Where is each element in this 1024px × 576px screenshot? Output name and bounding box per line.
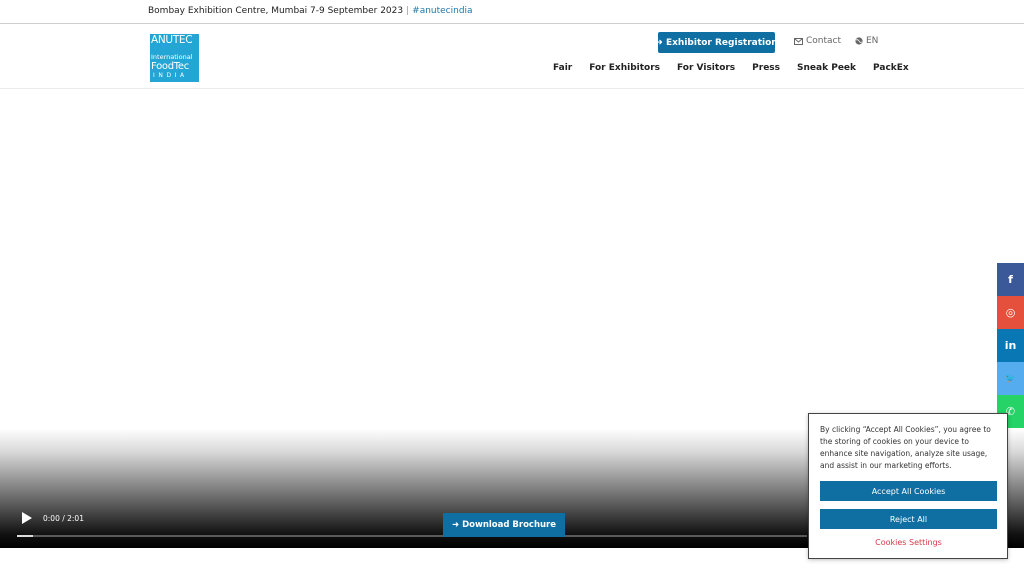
facebook-share-button[interactable]: f (997, 263, 1024, 296)
video-time: 0:00 / 2:01 (43, 514, 84, 523)
logo-text-anutec: ANUTEC (151, 34, 193, 46)
linkedin-share-button[interactable]: in (997, 329, 1024, 362)
video-progress-bar[interactable] (17, 535, 807, 537)
logo-text-india: INDIA (153, 72, 188, 79)
logo-text-foodtec: FoodTec (151, 61, 189, 72)
exhibitor-registration-button[interactable]: ➜ Exhibitor Registration (655, 32, 778, 53)
event-info: Bombay Exhibition Centre, Mumbai 7-9 Sep… (148, 6, 473, 16)
nav-item-sneak-peek[interactable]: Sneak Peek (797, 63, 856, 73)
separator: | (406, 6, 410, 16)
facebook-icon: f (1008, 273, 1013, 286)
twitter-share-button[interactable]: 🐦 (997, 362, 1024, 395)
nav-item-packex[interactable]: PackEx (873, 63, 909, 73)
download-brochure-button[interactable]: ➜ Download Brochure (443, 513, 565, 537)
event-location-date: Bombay Exhibition Centre, Mumbai 7-9 Sep… (148, 6, 404, 16)
twitter-icon: 🐦 (1004, 373, 1017, 384)
cookie-consent-text: By clicking “Accept All Cookies”, you ag… (820, 425, 991, 470)
main-nav: Fair For Exhibitors For Visitors Press S… (553, 63, 909, 73)
site-header: ANUTEC International FoodTec INDIA ➜ Exh… (0, 24, 1024, 89)
contact-link[interactable]: Contact (794, 36, 841, 46)
play-icon[interactable] (22, 512, 32, 524)
nav-item-for-exhibitors[interactable]: For Exhibitors (589, 63, 660, 73)
nav-item-fair[interactable]: Fair (553, 63, 572, 73)
anutec-logo[interactable]: ANUTEC International FoodTec INDIA (150, 34, 199, 82)
nav-item-press[interactable]: Press (752, 63, 780, 73)
globe-icon (855, 37, 863, 45)
video-progress-fill (17, 535, 33, 537)
linkedin-icon: in (1004, 339, 1017, 352)
language-selector[interactable]: EN (855, 36, 878, 46)
accept-all-cookies-button[interactable]: Accept All Cookies (820, 481, 997, 501)
language-label: EN (866, 36, 879, 46)
contact-label: Contact (806, 36, 842, 46)
cookie-consent-banner: By clicking “Accept All Cookies”, you ag… (808, 413, 1008, 559)
instagram-share-button[interactable]: ◎ (997, 296, 1024, 329)
top-info-bar: Bombay Exhibition Centre, Mumbai 7-9 Sep… (0, 0, 1024, 24)
reject-all-button[interactable]: Reject All (820, 509, 997, 529)
logo-text-international: International (151, 53, 193, 61)
cookies-settings-link[interactable]: Cookies Settings (820, 538, 997, 547)
hashtag-link[interactable]: #anutecindia (412, 6, 472, 16)
envelope-icon (794, 37, 803, 45)
instagram-icon: ◎ (1005, 306, 1016, 319)
nav-item-for-visitors[interactable]: For Visitors (677, 63, 735, 73)
